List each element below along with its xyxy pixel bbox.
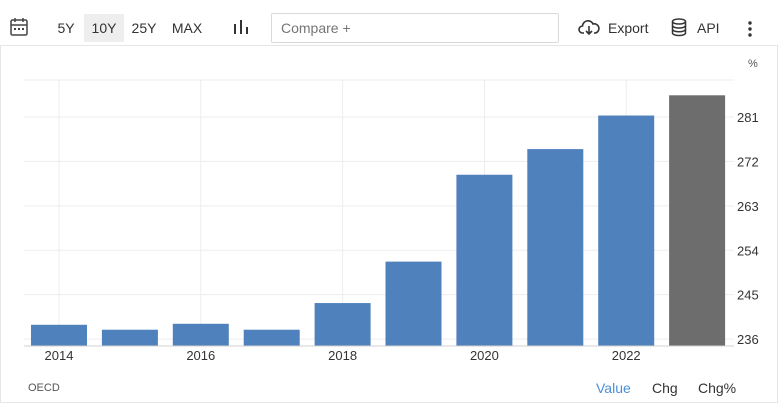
tab-chg-percent[interactable]: Chg%: [698, 380, 736, 396]
bar-2017: [243, 329, 300, 346]
chart-type-icon[interactable]: [233, 19, 249, 35]
y-tick-label-254: 254: [737, 243, 759, 258]
range-max-button[interactable]: MAX: [168, 14, 206, 42]
more-options-icon[interactable]: [746, 20, 754, 38]
x-tick-label-2022: 2022: [612, 348, 641, 363]
cloud-download-icon: [578, 20, 600, 36]
bar-2021: [527, 149, 584, 346]
tab-chg[interactable]: Chg: [652, 380, 678, 396]
calendar-icon[interactable]: [10, 17, 28, 37]
bar-2015: [101, 329, 158, 346]
api-label: API: [697, 20, 720, 36]
x-tick-label-2014: 2014: [45, 348, 74, 363]
x-tick-label-2018: 2018: [328, 348, 357, 363]
tab-value[interactable]: Value: [596, 380, 631, 396]
x-tick-label-2020: 2020: [470, 348, 499, 363]
y-tick-label-263: 263: [737, 199, 759, 214]
y-tick-label-272: 272: [737, 154, 759, 169]
bar-2023: [669, 95, 726, 346]
bar-2014: [31, 324, 87, 346]
chart-toolbar: 5Y 10Y 25Y MAX Export API: [0, 0, 778, 46]
bar-chart: 2014 2016 2018 2020 2022 236 245 254 263 272 281%: [24, 58, 759, 363]
compare-input[interactable]: [271, 13, 559, 43]
y-tick-label-281: 281: [737, 110, 759, 125]
range-10y-button[interactable]: 10Y: [84, 14, 124, 42]
bar-2019: [385, 261, 442, 346]
api-button[interactable]: API: [671, 16, 723, 40]
unit-label: %: [748, 58, 758, 70]
source-label: OECD: [28, 382, 60, 394]
y-tick-label-236: 236: [737, 332, 759, 347]
range-25y-button[interactable]: 25Y: [127, 14, 161, 42]
export-button[interactable]: Export: [578, 16, 650, 40]
bar-2018: [314, 303, 371, 346]
bar-2022: [598, 115, 655, 346]
export-label: Export: [608, 20, 649, 36]
y-tick-label-245: 245: [737, 288, 759, 303]
bar-2016: [172, 323, 229, 346]
x-tick-label-2016: 2016: [186, 348, 215, 363]
bar-2020: [456, 174, 513, 346]
database-icon: [671, 18, 687, 37]
range-5y-button[interactable]: 5Y: [53, 14, 79, 42]
